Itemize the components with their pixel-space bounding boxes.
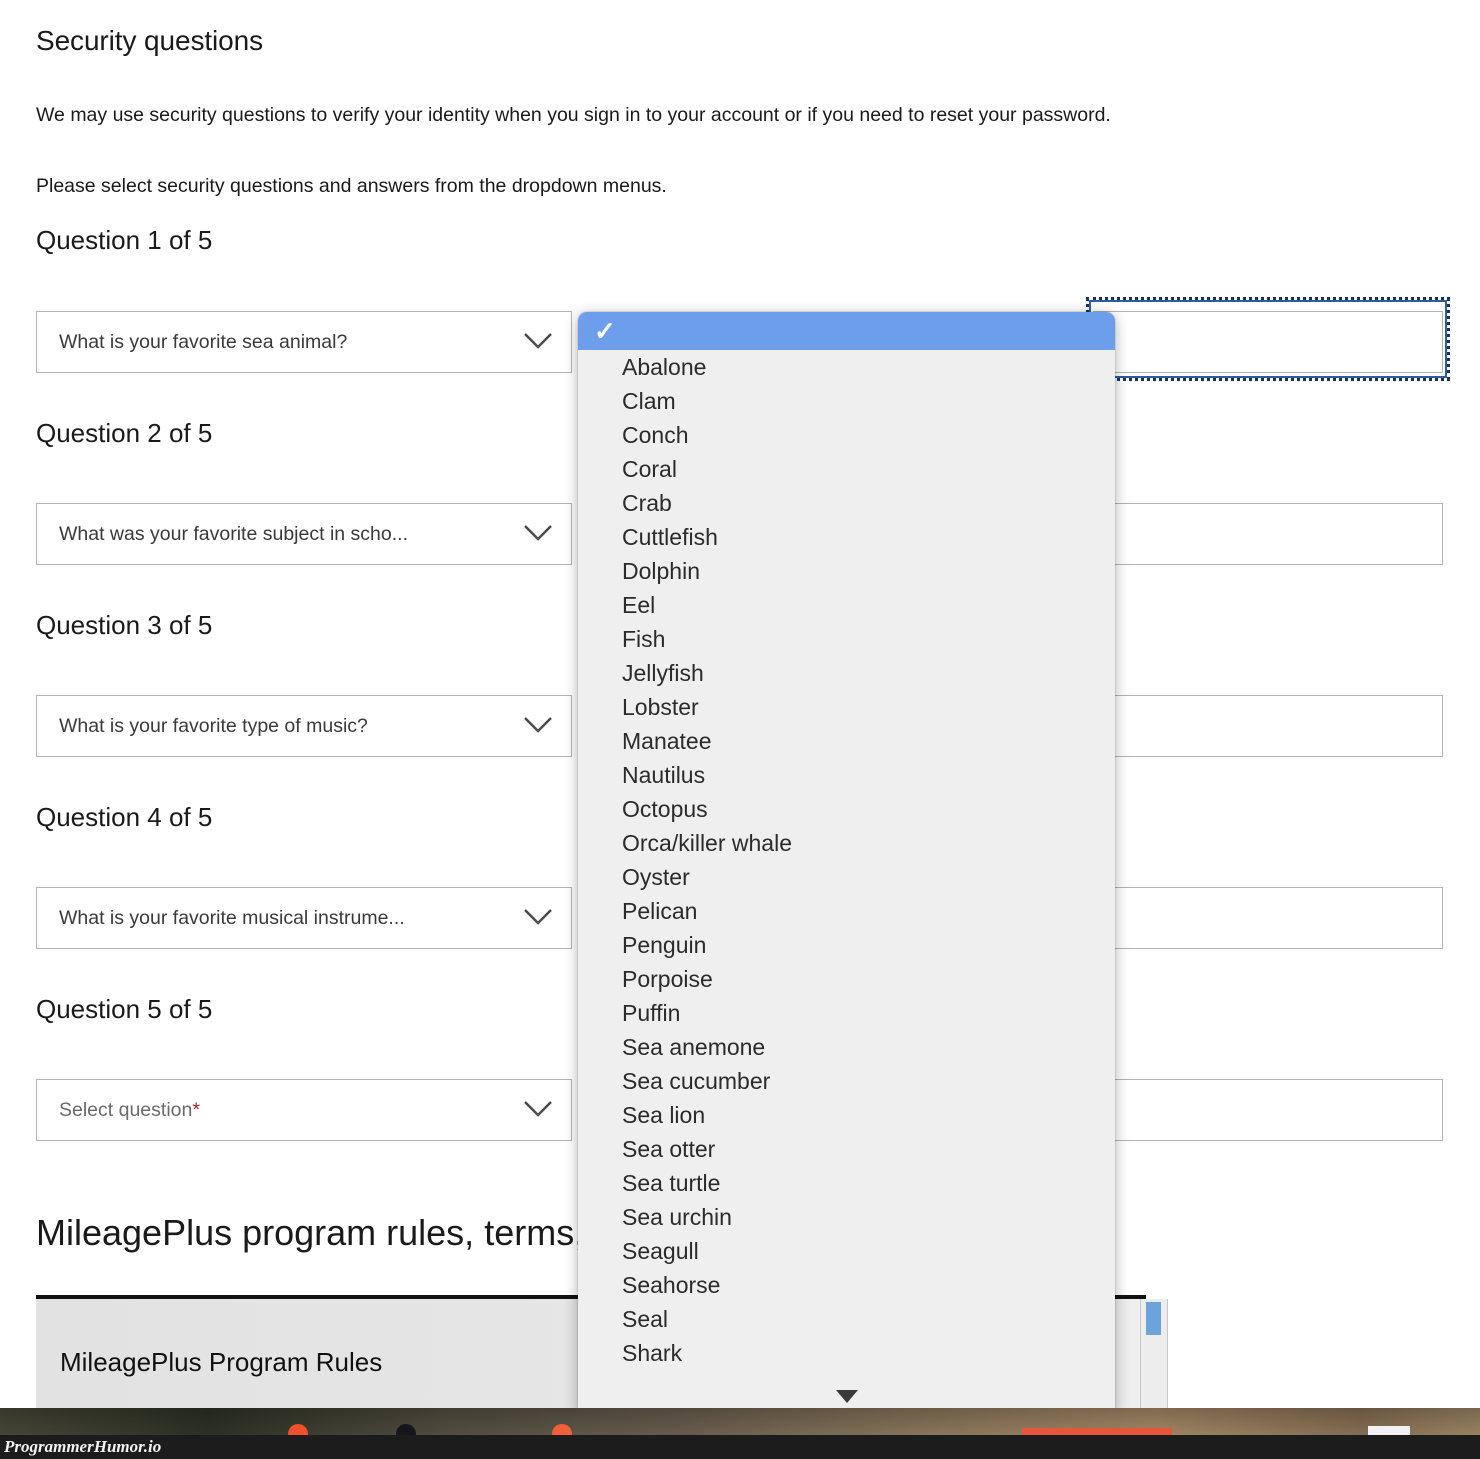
dropdown-option-list[interactable]: ✓ Abalone Clam Conch Coral Crab Cuttlefish Dolp…	[578, 312, 1115, 1370]
desktop-wallpaper-strip	[0, 1408, 1480, 1444]
dropdown-option-selected-blank[interactable]: ✓	[578, 312, 1115, 350]
dropdown-option[interactable]: Octopus	[578, 792, 1115, 826]
dropdown-option[interactable]: Puffin	[578, 996, 1115, 1030]
taskbar	[0, 1435, 1480, 1459]
intro-paragraph-1: We may use security questions to verify …	[36, 103, 1111, 126]
dropdown-option[interactable]: Seal	[578, 1302, 1115, 1336]
question-3-select[interactable]: What is your favorite type of music?	[36, 695, 572, 757]
question-5-placeholder-text: Select question	[59, 1099, 193, 1121]
dropdown-option[interactable]: Shark	[578, 1336, 1115, 1370]
answer-3-select[interactable]	[1093, 695, 1443, 757]
answer-1-select[interactable]	[1093, 311, 1443, 373]
dropdown-option[interactable]: Abalone	[578, 350, 1115, 384]
chevron-down-icon	[523, 523, 553, 543]
question-3-selected-value: What is your favorite type of music?	[59, 715, 368, 737]
dropdown-option[interactable]: Oyster	[578, 860, 1115, 894]
question-1-heading: Question 1 of 5	[36, 225, 213, 255]
watermark-label: ProgrammerHumor.io	[4, 1437, 162, 1456]
question-4-selected-value: What is your favorite musical instrume..…	[59, 907, 405, 929]
dropdown-option[interactable]: Fish	[578, 622, 1115, 656]
answer-4-select[interactable]	[1093, 887, 1443, 949]
question-3-heading: Question 3 of 5	[36, 610, 213, 640]
dropdown-option[interactable]: Crab	[578, 486, 1115, 520]
chevron-down-icon	[523, 907, 553, 927]
dropdown-option[interactable]: Dolphin	[578, 554, 1115, 588]
question-4-select[interactable]: What is your favorite musical instrume..…	[36, 887, 572, 949]
answer-5-select[interactable]	[1093, 1079, 1443, 1141]
dropdown-option[interactable]: Sea anemone	[578, 1030, 1115, 1064]
page-title: Security questions	[36, 24, 263, 56]
sea-animal-dropdown-popup[interactable]: ✓ Abalone Clam Conch Coral Crab Cuttlefish Dolp…	[578, 312, 1115, 1408]
question-2-select[interactable]: What was your favorite subject in scho..…	[36, 503, 572, 565]
dropdown-option[interactable]: Sea urchin	[578, 1200, 1115, 1234]
dropdown-option[interactable]: Jellyfish	[578, 656, 1115, 690]
question-4-heading: Question 4 of 5	[36, 802, 213, 832]
dropdown-option[interactable]: Sea cucumber	[578, 1064, 1115, 1098]
scroll-more-down-icon[interactable]	[578, 1379, 1115, 1408]
dropdown-option[interactable]: Porpoise	[578, 962, 1115, 996]
chevron-down-icon	[523, 331, 553, 351]
dropdown-option[interactable]: Manatee	[578, 724, 1115, 758]
question-1-selected-value: What is your favorite sea animal?	[59, 331, 348, 353]
dropdown-option[interactable]: Penguin	[578, 928, 1115, 962]
question-1-select[interactable]: What is your favorite sea animal?	[36, 311, 572, 373]
dropdown-option[interactable]: Seahorse	[578, 1268, 1115, 1302]
dropdown-option[interactable]: Pelican	[578, 894, 1115, 928]
dropdown-option[interactable]: Coral	[578, 452, 1115, 486]
dropdown-option[interactable]: Orca/killer whale	[578, 826, 1115, 860]
dropdown-option[interactable]: Sea otter	[578, 1132, 1115, 1166]
chevron-down-icon	[523, 715, 553, 735]
dropdown-option[interactable]: Eel	[578, 588, 1115, 622]
dropdown-option[interactable]: Nautilus	[578, 758, 1115, 792]
page-scrollbar-thumb[interactable]	[1146, 1302, 1161, 1335]
dropdown-option[interactable]: Seagull	[578, 1234, 1115, 1268]
required-asterisk: *	[192, 1099, 200, 1121]
dropdown-option[interactable]: Conch	[578, 418, 1115, 452]
mileageplus-rules-label: MileagePlus Program Rules	[60, 1347, 383, 1377]
dropdown-option[interactable]: Lobster	[578, 690, 1115, 724]
question-2-selected-value: What was your favorite subject in scho..…	[59, 523, 408, 545]
question-5-select[interactable]: Select question*	[36, 1079, 572, 1141]
chevron-down-icon	[523, 1099, 553, 1119]
question-2-heading: Question 2 of 5	[36, 418, 213, 448]
answer-2-select[interactable]	[1093, 503, 1443, 565]
dropdown-option[interactable]: Cuttlefish	[578, 520, 1115, 554]
dropdown-option[interactable]: Clam	[578, 384, 1115, 418]
dropdown-option[interactable]: Sea turtle	[578, 1166, 1115, 1200]
intro-paragraph-2: Please select security questions and ans…	[36, 174, 667, 197]
browser-page-content: Security questions We may use security q…	[0, 0, 1480, 1408]
dropdown-option[interactable]: Sea lion	[578, 1098, 1115, 1132]
question-5-placeholder: Select question*	[59, 1080, 200, 1140]
question-5-heading: Question 5 of 5	[36, 994, 213, 1024]
